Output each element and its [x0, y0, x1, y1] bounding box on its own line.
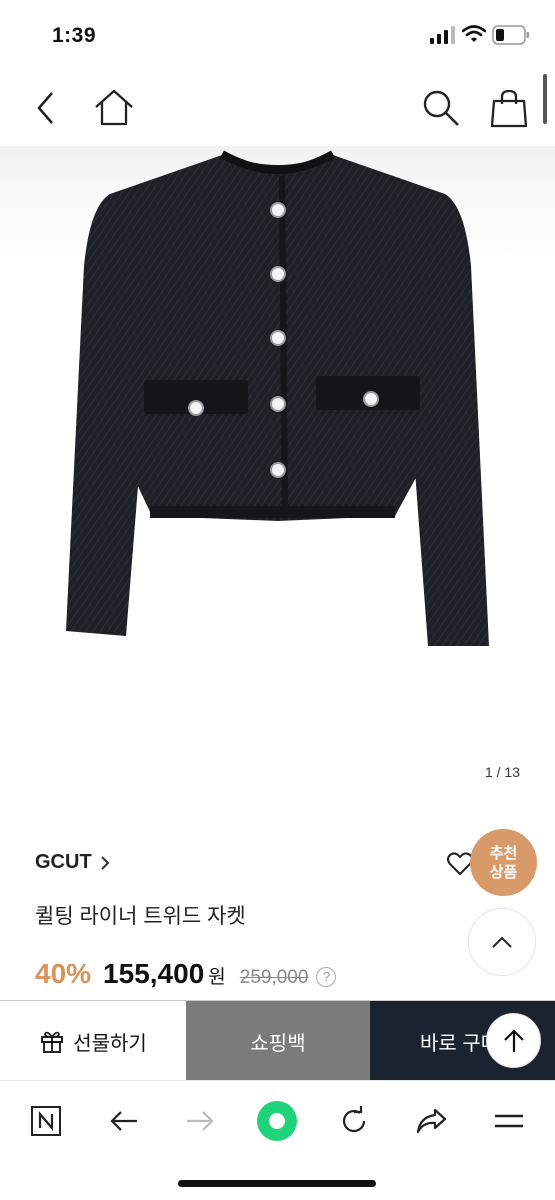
refresh-icon [342, 1106, 366, 1133]
arrow-up-icon [503, 1028, 524, 1052]
recommend-line2: 상품 [489, 863, 518, 881]
product-name: 퀼팅 라이너 트위드 자켓 [35, 905, 246, 928]
price-row: 40% 155,400 원 259,000 ? [35, 958, 337, 990]
currency-unit: 원 [208, 967, 226, 988]
chevron-left-icon [37, 92, 53, 124]
arrow-right-icon [187, 1111, 214, 1131]
status-bar: 1:39 [0, 0, 555, 70]
chevron-up-icon [492, 936, 512, 948]
cart-button[interactable] [485, 84, 533, 132]
original-price: 259,000 [239, 967, 309, 988]
home-button[interactable] [90, 84, 138, 132]
share-icon [416, 1108, 447, 1134]
green-dot-icon [257, 1101, 297, 1141]
product-image-carousel[interactable]: 1 / 13 [0, 146, 555, 796]
discount-rate: 40% [35, 958, 92, 989]
recommend-products-button[interactable]: 추천 상품 [470, 829, 537, 896]
search-button[interactable] [417, 84, 465, 132]
brand-name: GCUT [35, 851, 92, 873]
gift-icon [41, 1031, 64, 1053]
naver-n-icon [31, 1106, 61, 1136]
arrow-left-icon [110, 1111, 137, 1131]
signal-icon [430, 26, 455, 44]
cart-label: 쇼핑백 [250, 1032, 306, 1055]
naver-home-button[interactable] [24, 1099, 68, 1143]
browser-refresh-button[interactable] [332, 1099, 376, 1143]
back-button[interactable] [22, 84, 70, 132]
scroll-indicator [543, 74, 547, 124]
sale-price: 155,400 [103, 958, 205, 989]
hamburger-menu-icon [495, 1114, 523, 1128]
search-icon [423, 90, 459, 126]
battery-icon [492, 25, 529, 45]
purchase-action-bar: 선물하기 쇼핑백 바로 구매 [0, 1000, 555, 1081]
home-icon [95, 89, 133, 126]
gift-label: 선물하기 [73, 1032, 147, 1055]
add-to-bag-button[interactable]: 쇼핑백 [186, 1001, 370, 1081]
app-header [0, 70, 555, 146]
collapse-button[interactable] [468, 908, 536, 976]
image-pager: 1 / 13 [484, 764, 520, 780]
browser-back-button[interactable] [102, 1099, 146, 1143]
browser-forward-button[interactable] [178, 1099, 222, 1143]
gift-button[interactable]: 선물하기 [0, 1001, 186, 1081]
browser-green-dot-button[interactable] [255, 1099, 299, 1143]
browser-share-button[interactable] [409, 1099, 453, 1143]
recommend-line1: 추천 [489, 844, 518, 862]
scroll-to-top-button[interactable] [486, 1013, 541, 1068]
wifi-icon [462, 25, 486, 42]
home-indicator [178, 1180, 376, 1187]
browser-menu-button[interactable] [487, 1099, 531, 1143]
price-help-icon[interactable]: ? [316, 966, 337, 987]
jacket-image [66, 150, 489, 646]
status-time: 1:39 [52, 24, 97, 47]
chevron-right-icon [100, 855, 110, 870]
shopping-bag-icon [490, 89, 528, 128]
brand-link[interactable]: GCUT [35, 851, 110, 874]
